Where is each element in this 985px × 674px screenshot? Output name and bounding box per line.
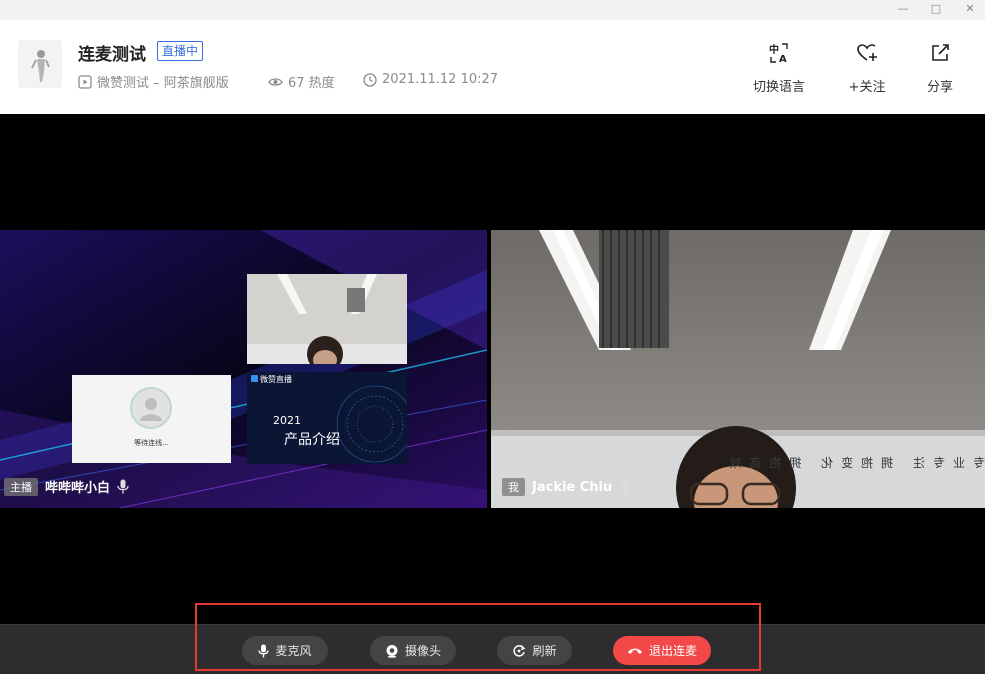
camera-label: 摄像头 [404, 644, 441, 658]
time-info: 2021.11.12 10:27 [363, 72, 498, 87]
window-titlebar: — □ ✕ [0, 0, 985, 20]
svg-text:中: 中 [769, 43, 779, 56]
camera-button[interactable]: 摄像头 [370, 636, 456, 665]
exit-co-host-button[interactable]: 退出连麦 [613, 636, 711, 665]
presentation-slide: 微赞直播 2021 产品介绍 [247, 372, 407, 464]
heart-plus-icon [832, 40, 902, 66]
refresh-icon [513, 644, 526, 657]
slide-year: 2021 [273, 414, 301, 427]
my-name: Jackie Chiu [532, 479, 613, 495]
my-video-tile[interactable]: 专业专注 拥抱变化 拥抱高效 我 Jackie Chiu [491, 230, 985, 508]
camera-icon [386, 644, 398, 658]
share-label: 分享 [926, 80, 953, 95]
waiting-text: 等待连线... [134, 439, 169, 447]
user-placeholder-icon [130, 387, 172, 429]
follow-button[interactable]: +关注 [832, 40, 902, 95]
live-header: 连麦测试 直播中 微赞测试 – 阿茶旗舰版 67 热度 2021.11.12 1… [0, 20, 985, 114]
abstract-background [0, 230, 487, 508]
maximize-button[interactable]: □ [921, 0, 951, 16]
microphone-button[interactable]: 麦克风 [242, 636, 328, 665]
my-name-tag: 我 Jackie Chiu [502, 478, 631, 496]
share-icon [905, 40, 975, 66]
channel-info[interactable]: 微赞测试 – 阿茶旗舰版 [78, 72, 229, 91]
host-video-tile[interactable]: 等待连线... 微赞直播 2021 产品介绍 主播 哔哔哔小白 [0, 230, 487, 508]
host-name: 哔哔哔小白 [45, 481, 111, 496]
refresh-button[interactable]: 刷新 [497, 636, 572, 665]
switch-language-button[interactable]: 中A 切换语言 [744, 40, 814, 95]
switch-language-label: 切换语言 [752, 80, 805, 95]
host-role-badge: 主播 [4, 477, 38, 496]
clock-icon [363, 72, 377, 87]
follow-label: +关注 [848, 80, 886, 95]
channel-name: 微赞测试 – 阿茶旗舰版 [97, 76, 229, 91]
exit-co-host-label: 退出连麦 [648, 644, 697, 658]
host-name-tag: 主播 哔哔哔小白 [4, 477, 129, 496]
microphone-status-icon [117, 479, 129, 494]
microphone-status-icon [619, 480, 631, 494]
play-icon [78, 74, 92, 89]
call-control-bar: 麦克风 摄像头 刷新 退出连麦 [0, 624, 985, 674]
live-status-badge: 直播中 [157, 41, 204, 61]
wall-slogan: 专业专注 拥抱变化 拥抱高效 [721, 456, 985, 470]
host-camera-pip [247, 274, 407, 364]
waiting-connection-card: 等待连线... [72, 375, 231, 463]
host-avatar [18, 40, 62, 88]
start-time: 2021.11.12 10:27 [382, 72, 499, 87]
hangup-icon [627, 648, 642, 654]
microphone-icon [258, 644, 270, 657]
heat-count: 67 热度 [288, 76, 335, 91]
heat-info: 67 热度 [268, 72, 335, 91]
refresh-label: 刷新 [532, 644, 557, 658]
close-button[interactable]: ✕ [955, 0, 985, 16]
share-button[interactable]: 分享 [905, 40, 975, 95]
my-role-badge: 我 [502, 478, 525, 496]
slide-brand: 微赞直播 [260, 375, 292, 384]
slide-title: 产品介绍 [284, 432, 340, 448]
eye-icon [268, 77, 283, 86]
microphone-label: 麦克风 [275, 644, 312, 658]
page-title: 连麦测试 [78, 45, 146, 65]
translate-icon: 中A [744, 40, 814, 66]
minimize-button[interactable]: — [888, 0, 918, 16]
svg-text:A: A [779, 54, 787, 64]
